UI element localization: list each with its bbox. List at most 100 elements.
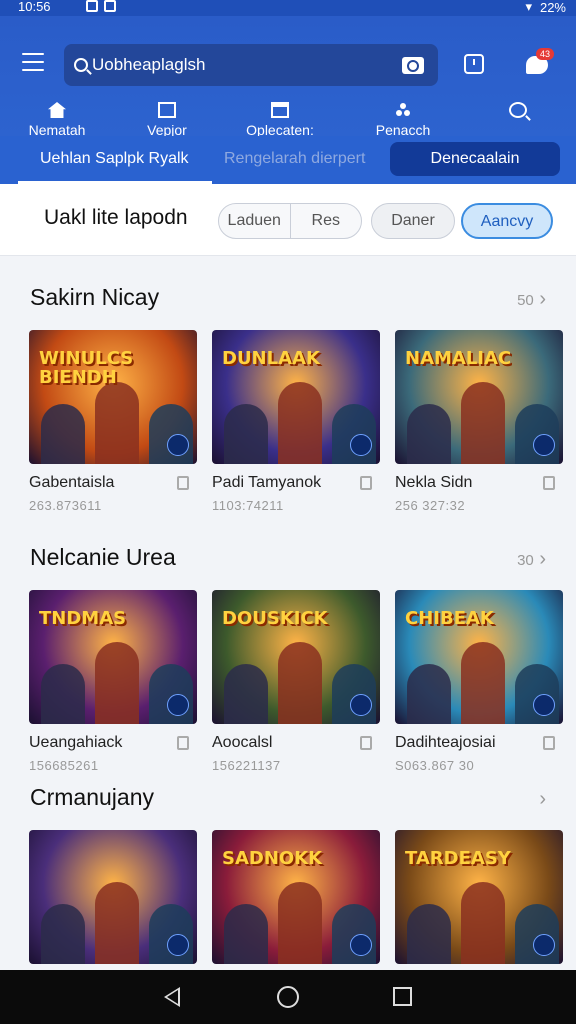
game-thumbnail[interactable]: NAMALIAC [395, 330, 563, 464]
game-thumbnail[interactable] [29, 830, 197, 964]
section-more-link[interactable]: › [539, 788, 546, 811]
game-logo: SADNOKK [222, 848, 323, 869]
game-card[interactable]: WINULCS BIENDH Gabentaisla 263.873611 [29, 330, 197, 513]
game-name: Nekla Sidn [395, 474, 473, 491]
chip-daner[interactable]: Daner [371, 203, 455, 239]
tab-ranking[interactable]: Rengelarah dierpert [224, 150, 365, 168]
character-figure [149, 404, 193, 464]
character-figure [149, 664, 193, 724]
game-card[interactable]: TNDMAS Ueangahiack 156685261 [29, 590, 197, 773]
character-figure [95, 382, 139, 464]
game-logo: TNDMAS [39, 608, 127, 629]
home-button-icon[interactable] [277, 986, 299, 1008]
download-icon[interactable] [167, 934, 189, 956]
section-more-link[interactable]: 30 › [517, 548, 546, 571]
chip-res[interactable]: Res [289, 204, 362, 238]
search-icon [74, 58, 88, 72]
game-logo: CHIBEAK [405, 608, 494, 629]
nav-item-edit[interactable]: Vepjor [140, 102, 194, 138]
search-bar[interactable]: Uobheaplaglsh [64, 44, 438, 86]
game-name: Dadihteajosiai [395, 734, 496, 751]
game-card[interactable]: NAMALIAC Nekla Sidn 256 327:32 [395, 330, 563, 513]
game-name: Gabentaisla [29, 474, 115, 491]
bookmark-icon[interactable] [543, 476, 555, 490]
camera-icon[interactable] [402, 56, 424, 74]
character-figure [332, 404, 376, 464]
character-figure [515, 404, 559, 464]
character-figure [224, 904, 268, 964]
bookmark-icon[interactable] [177, 736, 189, 750]
download-icon[interactable] [167, 694, 189, 716]
grid-icon [104, 0, 116, 12]
chevron-right-icon: › [539, 788, 546, 810]
character-figure [407, 664, 451, 724]
character-figure [461, 642, 505, 724]
bookmark-icon[interactable] [177, 476, 189, 490]
nav-item-home[interactable]: Nematah [24, 102, 90, 138]
download-icon[interactable] [533, 434, 555, 456]
edit-icon [158, 102, 176, 118]
section-title: Sakirn Nicay [30, 284, 160, 310]
game-thumbnail[interactable]: WINULCS BIENDH [29, 330, 197, 464]
tab-recommended[interactable]: Uehlan Saplpk Ryalk [40, 150, 189, 168]
character-figure [515, 664, 559, 724]
download-icon[interactable] [350, 434, 372, 456]
game-name: Aoocalsl [212, 734, 273, 751]
game-thumbnail[interactable]: TNDMAS [29, 590, 197, 724]
section-more-link[interactable]: 50 › [517, 288, 546, 311]
character-figure [461, 882, 505, 964]
game-logo: DUNLAAK [222, 348, 320, 369]
calendar-icon [271, 102, 289, 118]
chevron-right-icon: › [533, 288, 546, 310]
game-thumbnail[interactable]: DOUSKICK [212, 590, 380, 724]
nav-item-people[interactable]: Penacch [372, 102, 434, 138]
character-figure [332, 664, 376, 724]
nav-item-search[interactable] [506, 102, 530, 122]
section-more-count: 50 [517, 292, 534, 309]
system-icons: ▾ 22% [525, 0, 566, 15]
recents-icon[interactable] [393, 987, 412, 1006]
download-icon[interactable] [350, 694, 372, 716]
game-thumbnail[interactable]: TARDEASY [395, 830, 563, 964]
game-logo: WINULCS BIENDH [39, 348, 134, 388]
game-meta: 1103:74211 [212, 498, 284, 513]
nav-item-calendar[interactable]: Oplecaten: [244, 102, 316, 138]
filter-bar: Uakl lite lapodn Laduen Res Daner Aancvy [0, 184, 576, 256]
character-figure [461, 382, 505, 464]
menu-icon[interactable] [22, 53, 44, 71]
character-figure [278, 882, 322, 964]
search-input[interactable]: Uobheaplaglsh [92, 55, 402, 75]
character-figure [407, 404, 451, 464]
character-figure [224, 404, 268, 464]
back-icon[interactable] [164, 987, 180, 1007]
character-figure [224, 664, 268, 724]
chip-aancvy[interactable]: Aancvy [461, 203, 553, 239]
section-more-count: 30 [517, 552, 534, 569]
filter-title: Uakl lite lapodn [44, 206, 188, 229]
bookmark-icon[interactable] [360, 476, 372, 490]
game-thumbnail[interactable]: SADNOKK [212, 830, 380, 964]
download-icon[interactable] [533, 694, 555, 716]
section-title: Crmanujany [30, 784, 154, 810]
tab-categories[interactable]: Denecaalain [390, 142, 560, 176]
game-name: Padi Tamyanok [212, 474, 322, 491]
download-icon[interactable] [350, 934, 372, 956]
character-figure [515, 904, 559, 964]
game-thumbnail[interactable]: CHIBEAK [395, 590, 563, 724]
game-logo: DOUSKICK [222, 608, 328, 629]
bookmark-icon[interactable] [360, 736, 372, 750]
download-icon[interactable] [167, 434, 189, 456]
chat-badge: 43 [536, 48, 555, 60]
game-card[interactable]: CHIBEAK Dadihteajosiai S063.867 30 [395, 590, 563, 773]
battery-text: 22% [539, 0, 566, 15]
game-card[interactable]: DUNLAAK Padi Tamyanok 1103:74211 [212, 330, 380, 513]
download-icon[interactable] [533, 934, 555, 956]
game-meta: 263.873611 [29, 498, 102, 513]
history-icon[interactable] [464, 54, 484, 74]
game-meta: S063.867 30 [395, 758, 475, 773]
chip-laduen[interactable]: Laduen [219, 204, 290, 238]
game-thumbnail[interactable]: DUNLAAK [212, 330, 380, 464]
game-card[interactable]: DOUSKICK Aoocalsl 156221137 [212, 590, 380, 773]
bookmark-icon[interactable] [543, 736, 555, 750]
game-meta: 156685261 [29, 758, 99, 773]
